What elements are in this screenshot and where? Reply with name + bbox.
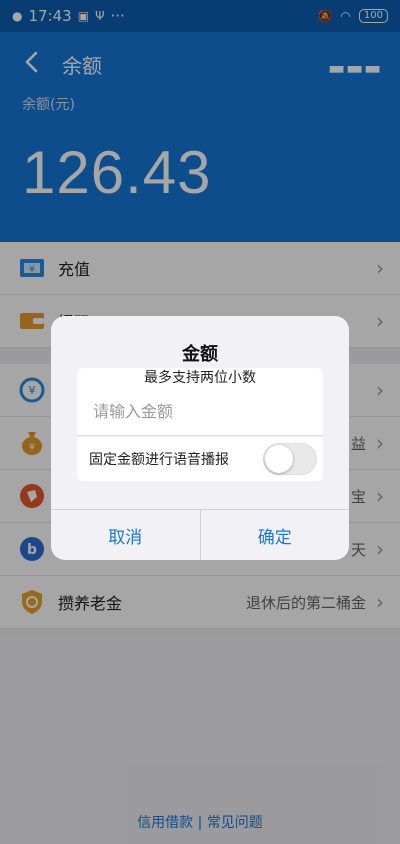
cancel-button[interactable]: 取消 [51,510,201,560]
voice-broadcast-toggle[interactable] [263,443,317,475]
confirm-button[interactable]: 确定 [201,510,350,560]
dialog-title: 金额 [182,344,218,365]
voice-broadcast-row: 固定金额进行语音播报 [77,437,323,481]
amount-input[interactable] [91,401,315,422]
amount-input-wrapper [77,388,323,436]
dialog-buttons: 取消 确定 [51,509,349,560]
amount-dialog: 金额 最多支持两位小数 固定金额进行语音播报 取消 确定 [51,316,349,560]
voice-broadcast-label: 固定金额进行语音播报 [89,452,229,468]
toggle-knob [265,445,293,473]
dialog-subtitle: 最多支持两位小数 [77,368,323,388]
